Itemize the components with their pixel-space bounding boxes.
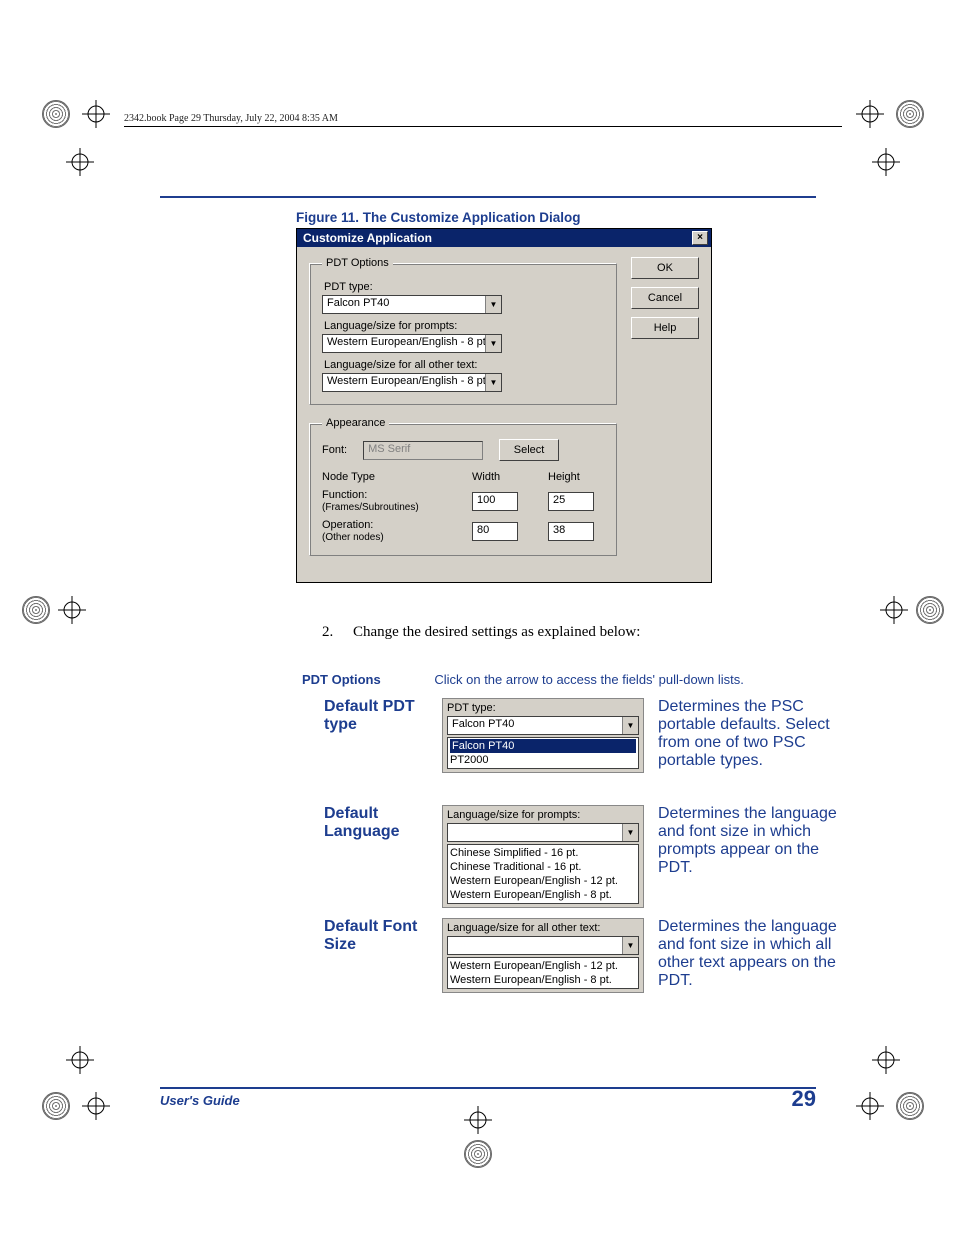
crop-target-icon [872,1046,900,1074]
default-font-size-label: Default Font Size [324,918,438,993]
font-label: Font: [322,444,347,456]
appearance-legend: Appearance [322,417,389,429]
snippet-label: PDT type: [447,702,496,714]
other-lang-select[interactable]: Western European/English - 8 pt. ▼ [322,373,502,392]
snippet-fontsize-select[interactable]: ▼ [447,936,639,955]
pdt-type-select[interactable]: Falcon PT40 ▼ [322,295,502,314]
other-lang-label: Language/size for all other text: [324,359,604,371]
chevron-down-icon: ▼ [485,296,501,313]
chevron-down-icon: ▼ [622,824,638,841]
crop-rosette [22,596,50,624]
list-item[interactable]: Western European/English - 12 pt. [450,959,636,973]
function-row-sub: (Frames/Subroutines) [322,502,419,513]
ok-button[interactable]: OK [631,257,699,279]
dialog-titlebar: Customize Application × [297,229,711,247]
default-language-label: Default Language [324,805,438,908]
chevron-down-icon: ▼ [622,937,638,954]
operation-row-label: Operation: [322,519,373,531]
pdt-options-legend: PDT Options [322,257,393,269]
crop-target-icon [66,148,94,176]
pdt-type-snippet: PDT type: Falcon PT40 ▼ Falcon PT40 PT20… [442,698,644,773]
list-item[interactable]: Falcon PT40 [450,739,636,753]
fontsize-snippet: Language/size for all other text: ▼ West… [442,918,644,993]
crop-rosette [896,100,924,128]
list-item[interactable]: Western European/English - 12 pt. [450,874,636,888]
step-number: 2. [322,624,333,640]
crop-rosette [916,596,944,624]
pdt-options-doc-text: Click on the arrow to access the fields'… [434,672,744,687]
other-lang-value: Western European/English - 8 pt. [323,374,485,391]
close-button[interactable]: × [692,231,708,245]
chevron-down-icon: ▼ [485,374,501,391]
content-rule [160,196,816,198]
snippet-fontsize-list[interactable]: Western European/English - 12 pt. Wester… [447,957,639,989]
crop-rosette [42,100,70,128]
cancel-button[interactable]: Cancel [631,287,699,309]
list-item[interactable]: PT2000 [450,754,489,766]
snippet-language-select[interactable]: ▼ [447,823,639,842]
node-type-header: Node Type [322,471,452,483]
list-item[interactable]: Chinese Simplified - 16 pt. [450,846,636,860]
chevron-down-icon: ▼ [622,717,638,734]
chevron-down-icon: ▼ [485,335,501,352]
pdt-options-doc-label: PDT Options [302,672,381,687]
running-header: 2342.book Page 29 Thursday, July 22, 200… [124,113,338,124]
prompt-lang-select[interactable]: Western European/English - 8 pt. ▼ [322,334,502,353]
crop-rosette [464,1140,492,1168]
list-item[interactable]: Western European/English - 8 pt. [450,973,636,987]
default-pdt-type-desc: Determines the PSC portable defaults. Se… [648,698,846,773]
step-2: 2. Change the desired settings as explai… [322,624,640,641]
snippet-language-value [448,824,622,841]
default-language-desc: Determines the language and font size in… [648,805,846,908]
list-item[interactable]: Chinese Traditional - 16 pt. [450,860,636,874]
crop-target-icon [58,596,86,624]
function-height-input[interactable]: 25 [548,492,594,511]
language-snippet: Language/size for prompts: ▼ Chinese Sim… [442,805,644,908]
height-header: Height [548,471,604,483]
function-row-label: Function: [322,489,367,501]
appearance-group: Appearance Font: MS Serif Select Node Ty… [309,417,617,556]
crop-target-icon [880,596,908,624]
crop-target-icon [872,148,900,176]
snippet-language-list[interactable]: Chinese Simplified - 16 pt. Chinese Trad… [447,844,639,904]
operation-row-sub: (Other nodes) [322,532,384,543]
header-rule [124,126,842,127]
snippet-pdt-type-value: Falcon PT40 [448,717,622,734]
pdt-options-group: PDT Options PDT type: Falcon PT40 ▼ Lang… [309,257,617,405]
snippet-label: Language/size for prompts: [447,809,580,821]
select-font-button[interactable]: Select [499,439,559,461]
font-display: MS Serif [363,441,483,460]
crop-target-icon [856,100,884,128]
crop-rosette [42,1092,70,1120]
dialog-title: Customize Application [303,231,432,245]
help-button[interactable]: Help [631,317,699,339]
customize-application-dialog: Customize Application × PDT Options PDT … [296,228,712,583]
footer-rule [160,1087,816,1089]
step-text: Change the desired settings as explained… [353,624,640,640]
snippet-label: Language/size for all other text: [447,922,600,934]
prompt-lang-label: Language/size for prompts: [324,320,604,332]
pdt-type-label: PDT type: [324,281,604,293]
prompt-lang-value: Western European/English - 8 pt. [323,335,485,352]
pdt-type-value: Falcon PT40 [323,296,485,313]
width-header: Width [472,471,528,483]
crop-target-icon [82,100,110,128]
crop-rosette [896,1092,924,1120]
default-pdt-type-label: Default PDT type [324,698,438,773]
page-number: 29 [792,1086,816,1112]
operation-width-input[interactable]: 80 [472,522,518,541]
figure-caption: Figure 11. The Customize Application Dia… [296,210,581,225]
crop-target-icon [82,1092,110,1120]
snippet-fontsize-value [448,937,622,954]
crop-target-icon [66,1046,94,1074]
snippet-pdt-type-select[interactable]: Falcon PT40 ▼ [447,716,639,735]
snippet-pdt-type-list[interactable]: Falcon PT40 PT2000 [447,737,639,769]
footer-title: User's Guide [160,1093,240,1108]
list-item[interactable]: Western European/English - 8 pt. [450,888,636,902]
default-font-size-desc: Determines the language and font size in… [648,918,846,993]
operation-height-input[interactable]: 38 [548,522,594,541]
crop-target-icon [856,1092,884,1120]
crop-target-icon [464,1106,492,1134]
function-width-input[interactable]: 100 [472,492,518,511]
